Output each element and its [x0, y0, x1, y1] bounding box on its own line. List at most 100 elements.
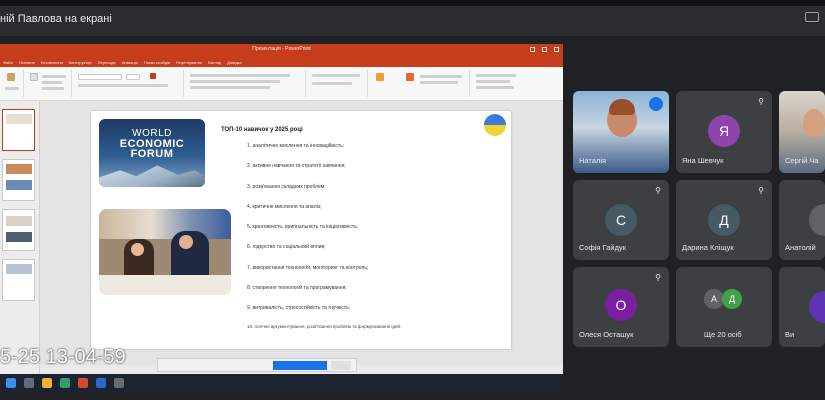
- ribbon-label: [476, 74, 516, 77]
- tab-home[interactable]: Основне: [19, 60, 35, 65]
- search-icon[interactable]: [24, 378, 34, 388]
- ribbon-label: [190, 86, 270, 89]
- ribbon-label: [312, 74, 360, 77]
- minimize-icon[interactable]: [530, 47, 535, 52]
- paste-icon[interactable]: [7, 73, 15, 81]
- ribbon-label: [476, 80, 510, 83]
- font-name-field[interactable]: [78, 74, 122, 80]
- more-participants-tile[interactable]: А Д Ще 20 осіб: [676, 267, 772, 347]
- ribbon-label: [420, 81, 458, 84]
- ribbon-label: [312, 82, 352, 85]
- tab-transitions[interactable]: Переходи: [98, 60, 116, 65]
- participant-name: Ви: [785, 330, 795, 339]
- explorer-icon[interactable]: [42, 378, 52, 388]
- ribbon-label: [42, 75, 66, 78]
- shape-fill-icon[interactable]: [406, 73, 414, 81]
- avatar: [809, 204, 825, 236]
- ribbon-label: [476, 86, 514, 89]
- photo-face: [131, 243, 144, 256]
- ppt-titlebar: Презентація - PowerPoint: [0, 44, 563, 57]
- window-controls: [530, 47, 559, 52]
- app-icon[interactable]: [114, 378, 124, 388]
- avatar: С: [605, 204, 637, 236]
- ribbon-group-editing: [472, 70, 558, 97]
- slide-thumbnail[interactable]: [2, 259, 35, 301]
- participant-name: Яна Шевчук: [682, 156, 724, 165]
- ribbon-tabs: Файл Основне Вставлення Конструктор Пере…: [0, 57, 563, 67]
- tab-slideshow[interactable]: Показ слайдів: [144, 60, 170, 65]
- layout-icon[interactable]: [805, 12, 819, 22]
- close-icon[interactable]: [554, 47, 559, 52]
- avatar: Д: [708, 204, 740, 236]
- slide-thumbnail[interactable]: [2, 159, 35, 201]
- maximize-icon[interactable]: [542, 47, 547, 52]
- participant-face: [803, 109, 825, 137]
- start-icon[interactable]: [6, 378, 16, 388]
- photo-face: [179, 235, 193, 249]
- ribbon-label: [190, 80, 280, 83]
- list-item: 9. витривалість, стресостійкість та гнуч…: [247, 305, 351, 312]
- tab-design[interactable]: Конструктор: [69, 60, 92, 65]
- list-item: 5. креативність, оригінальність та ініці…: [247, 224, 359, 231]
- ribbon-label: [190, 74, 290, 77]
- slide-thumbnail[interactable]: [2, 109, 35, 151]
- participant-tile[interactable]: ⚲ Я Яна Шевчук: [676, 91, 772, 173]
- ppt-window-title: Презентація - PowerPoint: [252, 46, 311, 52]
- ribbon-label: [42, 81, 62, 84]
- list-item: 7. використання технологій, моніторинг т…: [247, 264, 369, 271]
- ribbon-label: [420, 75, 462, 78]
- tab-insert[interactable]: Вставлення: [41, 60, 63, 65]
- self-tile[interactable]: Ви: [779, 267, 825, 347]
- shared-screen: Презентація - PowerPoint Файл Основне Вс…: [0, 44, 563, 392]
- ukraine-flag-icon: [484, 114, 506, 136]
- font-size-field[interactable]: [126, 74, 140, 80]
- ribbon-group-font: [74, 70, 184, 97]
- ribbon-label: [78, 84, 168, 87]
- tab-help[interactable]: Довідка: [227, 60, 241, 65]
- mic-off-icon: ⚲: [655, 186, 661, 195]
- new-slide-icon[interactable]: [30, 73, 38, 81]
- font-color-icon[interactable]: [150, 73, 156, 79]
- avatar: А: [704, 289, 724, 309]
- tab-file[interactable]: Файл: [3, 60, 13, 65]
- more-participants-label: Ще 20 осіб: [704, 330, 742, 339]
- mic-off-icon: ⚲: [758, 97, 764, 106]
- ribbon-group-paragraph: [186, 70, 306, 97]
- hide-button[interactable]: [331, 361, 351, 370]
- tab-view[interactable]: Вигляд: [208, 60, 221, 65]
- mic-off-icon: ⚲: [655, 273, 661, 282]
- tab-review[interactable]: Рецензування: [176, 60, 202, 65]
- slide-thumbnail[interactable]: [2, 209, 35, 251]
- thumbnail-image: [6, 232, 32, 242]
- participant-name: Сергій Ча: [785, 156, 819, 165]
- list-item: 1. аналітичне мислення та інноваційність…: [247, 143, 345, 149]
- participant-tile[interactable]: Наталія: [573, 91, 669, 173]
- tab-animations[interactable]: Анімація: [122, 60, 138, 65]
- speaking-indicator-icon: [649, 97, 663, 111]
- chrome-icon[interactable]: [60, 378, 70, 388]
- participant-name: Наталія: [579, 156, 607, 165]
- slide-title: ТОП-10 навичок у 2025 році: [221, 127, 303, 133]
- powerpoint-icon[interactable]: [78, 378, 88, 388]
- participant-tile[interactable]: ⚲ Д Дарина Кліщук: [676, 180, 772, 260]
- presenter-banner: ній Павлова на екрані: [0, 13, 112, 25]
- list-footnote: 10. логічне аргументування, розв'язання …: [247, 324, 402, 329]
- wef-logo-text: WORLD ECONOMIC FORUM: [99, 129, 205, 160]
- wef-logo-line: FORUM: [130, 148, 174, 160]
- participant-tile[interactable]: ⚲ С Софія Гайдук: [573, 180, 669, 260]
- top-strip: [0, 0, 825, 6]
- ribbon-group-arrange: [370, 70, 470, 97]
- flag-blue: [484, 114, 506, 125]
- participant-tile[interactable]: Сергій Ча: [779, 91, 825, 173]
- participant-name: Софія Гайдук: [579, 243, 626, 252]
- list-item: 8. створення технологій та програмування…: [247, 285, 347, 292]
- participant-tile[interactable]: ⚲ О Олеся Осташук: [573, 267, 669, 347]
- arrange-icon[interactable]: [376, 73, 384, 81]
- ribbon-label: [42, 87, 64, 90]
- list-item: 2. активне навчання та стратегії навчанн…: [247, 163, 346, 170]
- list-item: 6. лідерство та соціальний вплив;: [247, 244, 326, 251]
- participant-tile[interactable]: Анатолій: [779, 180, 825, 260]
- current-slide[interactable]: WORLD ECONOMIC FORUM ТОП-10 навичок у 20…: [91, 111, 511, 349]
- stop-sharing-button[interactable]: [273, 361, 327, 370]
- word-icon[interactable]: [96, 378, 106, 388]
